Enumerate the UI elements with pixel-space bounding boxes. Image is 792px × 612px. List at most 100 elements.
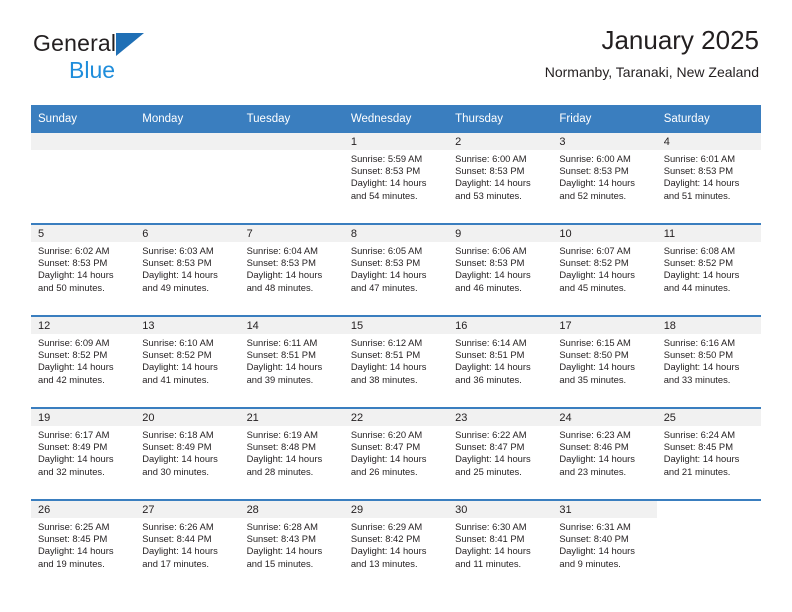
- calendar-day-cell[interactable]: 3 Sunrise: 6:00 AM Sunset: 8:53 PM Daylight…: [552, 133, 657, 224]
- daylight-text-line1: Daylight: 14 hours: [350, 545, 427, 557]
- daylight-text-line1: Daylight: 14 hours: [663, 361, 740, 373]
- sunrise-text: Sunrise: 6:31 AM: [559, 521, 631, 532]
- sunrise-text: Sunrise: 6:16 AM: [663, 337, 736, 348]
- day-cell-13: 13 Sunrise: 6:10 AM Sunset: 8:52 PM Dayligh…: [135, 317, 240, 407]
- calendar-day-cell[interactable]: 15 Sunrise: 6:12 AM Sunset: 8:51 PM Dayligh…: [343, 316, 449, 408]
- title-block: January 2025 Normanby, Taranaki, New Zea…: [545, 25, 759, 80]
- calendar-day-cell[interactable]: 5 Sunrise: 6:02 AM Sunset: 8:53 PM Daylight…: [31, 224, 136, 316]
- calendar-day-cell[interactable]: 10 Sunrise: 6:07 AM Sunset: 8:52 PM Dayligh…: [552, 224, 657, 316]
- day-number: 23: [448, 409, 553, 426]
- daylight-text-line2: and 13 minutes.: [350, 557, 418, 569]
- calendar-day-cell[interactable]: 30 Sunrise: 6:30 AM Sunset: 8:41 PM Dayligh…: [448, 500, 553, 591]
- daylight-text-line1: Daylight: 14 hours: [246, 545, 323, 557]
- calendar-day-cell[interactable]: 6 Sunrise: 6:03 AM Sunset: 8:53 PM Daylight…: [135, 224, 240, 316]
- daylight-text-line2: and 53 minutes.: [455, 189, 522, 201]
- sun-info: Sunrise: 6:00 AM Sunset: 8:53 PM Daylight:…: [448, 150, 552, 202]
- sun-info: Sunrise: 6:07 AM Sunset: 8:52 PM Daylight:…: [552, 242, 656, 294]
- sunset-text: Sunset: 8:51 PM: [350, 349, 421, 361]
- daylight-text-line2: and 52 minutes.: [559, 189, 627, 201]
- sunrise-text: Sunrise: 6:05 AM: [350, 245, 423, 256]
- sunset-text: Sunset: 8:53 PM: [455, 257, 525, 269]
- day-number: 16: [448, 317, 553, 334]
- calendar-day-cell[interactable]: 12 Sunrise: 6:09 AM Sunset: 8:52 PM Dayligh…: [31, 316, 136, 408]
- calendar-day-cell[interactable]: 25 Sunrise: 6:24 AM Sunset: 8:45 PM Dayligh…: [656, 408, 761, 500]
- calendar-day-cell[interactable]: 19 Sunrise: 6:17 AM Sunset: 8:49 PM Dayligh…: [31, 408, 136, 500]
- sun-info: Sunrise: 6:02 AM Sunset: 8:53 PM Daylight:…: [31, 242, 135, 294]
- sunset-text: Sunset: 8:47 PM: [455, 441, 525, 453]
- calendar-day-cell[interactable]: [135, 133, 240, 224]
- calendar-day-cell[interactable]: 27 Sunrise: 6:26 AM Sunset: 8:44 PM Dayligh…: [135, 500, 240, 591]
- day-cell-12: 12 Sunrise: 6:09 AM Sunset: 8:52 PM Dayligh…: [31, 317, 136, 407]
- daylight-text-line1: Daylight: 14 hours: [38, 269, 114, 281]
- daylight-text-line1: Daylight: 14 hours: [455, 177, 531, 189]
- calendar-day-cell[interactable]: 8 Sunrise: 6:05 AM Sunset: 8:53 PM Daylight…: [343, 224, 449, 316]
- daylight-text-line2: and 28 minutes.: [246, 465, 314, 477]
- sunset-text: Sunset: 8:48 PM: [246, 441, 316, 453]
- sunrise-text: Sunrise: 6:07 AM: [559, 245, 631, 256]
- logo-blue-text: Blue: [69, 57, 116, 83]
- calendar-day-cell[interactable]: 4 Sunrise: 6:01 AM Sunset: 8:53 PM Daylight…: [656, 133, 761, 224]
- calendar-day-cell[interactable]: 18 Sunrise: 6:16 AM Sunset: 8:50 PM Dayligh…: [656, 316, 761, 408]
- general-blue-logo[interactable]: General Blue: [33, 32, 213, 84]
- sunset-text: Sunset: 8:43 PM: [246, 533, 316, 545]
- calendar-day-cell[interactable]: 2 Sunrise: 6:00 AM Sunset: 8:53 PM Daylight…: [448, 133, 553, 224]
- sun-info: Sunrise: 6:18 AM Sunset: 8:49 PM Daylight:…: [135, 426, 239, 478]
- calendar-day-cell[interactable]: 7 Sunrise: 6:04 AM Sunset: 8:53 PM Daylight…: [239, 224, 344, 316]
- sunset-text: Sunset: 8:41 PM: [455, 533, 525, 545]
- calendar-day-cell[interactable]: 17 Sunrise: 6:15 AM Sunset: 8:50 PM Dayligh…: [552, 316, 657, 408]
- calendar-day-cell[interactable]: [31, 133, 136, 224]
- daylight-text-line1: Daylight: 14 hours: [559, 269, 635, 281]
- calendar-day-cell[interactable]: 20 Sunrise: 6:18 AM Sunset: 8:49 PM Dayligh…: [135, 408, 240, 500]
- page-header: General Blue January 2025 Normanby, Tara…: [33, 25, 759, 98]
- calendar-day-cell[interactable]: 16 Sunrise: 6:14 AM Sunset: 8:51 PM Dayligh…: [448, 316, 553, 408]
- day-cell-28: 28 Sunrise: 6:28 AM Sunset: 8:43 PM Dayligh…: [239, 501, 344, 591]
- sunrise-text: Sunrise: 6:03 AM: [142, 245, 214, 256]
- day-cell-2: 2 Sunrise: 6:00 AM Sunset: 8:53 PM Daylight…: [448, 133, 553, 223]
- sunrise-text: Sunrise: 5:59 AM: [350, 153, 423, 164]
- empty-day-cell: [657, 501, 761, 591]
- calendar-day-cell[interactable]: [656, 500, 761, 591]
- sunrise-text: Sunrise: 6:11 AM: [246, 337, 318, 348]
- daylight-text-line2: and 41 minutes.: [142, 373, 209, 385]
- calendar-day-cell[interactable]: 9 Sunrise: 6:06 AM Sunset: 8:53 PM Daylight…: [448, 224, 553, 316]
- daylight-text-line1: Daylight: 14 hours: [246, 361, 323, 373]
- sunset-text: Sunset: 8:53 PM: [663, 165, 733, 177]
- daylight-text-line2: and 39 minutes.: [246, 373, 314, 385]
- calendar-day-cell[interactable]: 23 Sunrise: 6:22 AM Sunset: 8:47 PM Dayligh…: [448, 408, 553, 500]
- calendar-day-cell[interactable]: 1 Sunrise: 5:59 AM Sunset: 8:53 PM Daylight…: [343, 133, 449, 224]
- daylight-text-line2: and 36 minutes.: [455, 373, 522, 385]
- sun-info: Sunrise: 6:29 AM Sunset: 8:42 PM Daylight:…: [344, 518, 448, 570]
- day-number: [239, 133, 344, 150]
- calendar-grid: Sunday Monday Tuesday Wednesday Thursday…: [31, 105, 761, 591]
- calendar-day-cell[interactable]: 14 Sunrise: 6:11 AM Sunset: 8:51 PM Dayligh…: [239, 316, 344, 408]
- sun-info: Sunrise: 6:14 AM Sunset: 8:51 PM Daylight:…: [448, 334, 552, 386]
- daylight-text-line1: Daylight: 14 hours: [350, 269, 427, 281]
- day-cell-8: 8 Sunrise: 6:05 AM Sunset: 8:53 PM Daylight…: [343, 225, 449, 315]
- calendar-day-cell[interactable]: 21 Sunrise: 6:19 AM Sunset: 8:48 PM Dayligh…: [239, 408, 344, 500]
- daylight-text-line1: Daylight: 14 hours: [350, 361, 427, 373]
- daylight-text-line2: and 23 minutes.: [559, 465, 627, 477]
- calendar-day-cell[interactable]: 24 Sunrise: 6:23 AM Sunset: 8:46 PM Dayligh…: [552, 408, 657, 500]
- calendar-day-cell[interactable]: 29 Sunrise: 6:29 AM Sunset: 8:42 PM Dayligh…: [343, 500, 449, 591]
- sunrise-text: Sunrise: 6:17 AM: [38, 429, 110, 440]
- calendar-day-cell[interactable]: 11 Sunrise: 6:08 AM Sunset: 8:52 PM Dayligh…: [656, 224, 761, 316]
- calendar-day-cell[interactable]: [239, 133, 344, 224]
- day-cell-11: 11 Sunrise: 6:08 AM Sunset: 8:52 PM Dayligh…: [656, 225, 761, 315]
- daylight-text-line1: Daylight: 14 hours: [663, 269, 740, 281]
- calendar-week-row: 1 Sunrise: 5:59 AM Sunset: 8:53 PM Daylight…: [31, 133, 761, 224]
- calendar-day-cell[interactable]: 31 Sunrise: 6:31 AM Sunset: 8:40 PM Dayligh…: [552, 500, 657, 591]
- sunset-text: Sunset: 8:46 PM: [559, 441, 629, 453]
- day-cell-3: 3 Sunrise: 6:00 AM Sunset: 8:53 PM Daylight…: [552, 133, 657, 223]
- calendar-day-cell[interactable]: 22 Sunrise: 6:20 AM Sunset: 8:47 PM Dayligh…: [343, 408, 449, 500]
- daylight-text-line2: and 42 minutes.: [38, 373, 105, 385]
- calendar-day-cell[interactable]: 26 Sunrise: 6:25 AM Sunset: 8:45 PM Dayligh…: [31, 500, 136, 591]
- sun-info: Sunrise: 6:09 AM Sunset: 8:52 PM Daylight:…: [31, 334, 135, 386]
- logo-general-text: General: [33, 30, 117, 56]
- sunset-text: Sunset: 8:53 PM: [246, 257, 316, 269]
- day-cell-4: 4 Sunrise: 6:01 AM Sunset: 8:53 PM Daylight…: [656, 133, 761, 223]
- day-cell-15: 15 Sunrise: 6:12 AM Sunset: 8:51 PM Dayligh…: [343, 317, 449, 407]
- day-cell-18: 18 Sunrise: 6:16 AM Sunset: 8:50 PM Dayligh…: [656, 317, 761, 407]
- calendar-day-cell[interactable]: 13 Sunrise: 6:10 AM Sunset: 8:52 PM Dayligh…: [135, 316, 240, 408]
- calendar-day-cell[interactable]: 28 Sunrise: 6:28 AM Sunset: 8:43 PM Dayligh…: [239, 500, 344, 591]
- daylight-text-line2: and 33 minutes.: [663, 373, 731, 385]
